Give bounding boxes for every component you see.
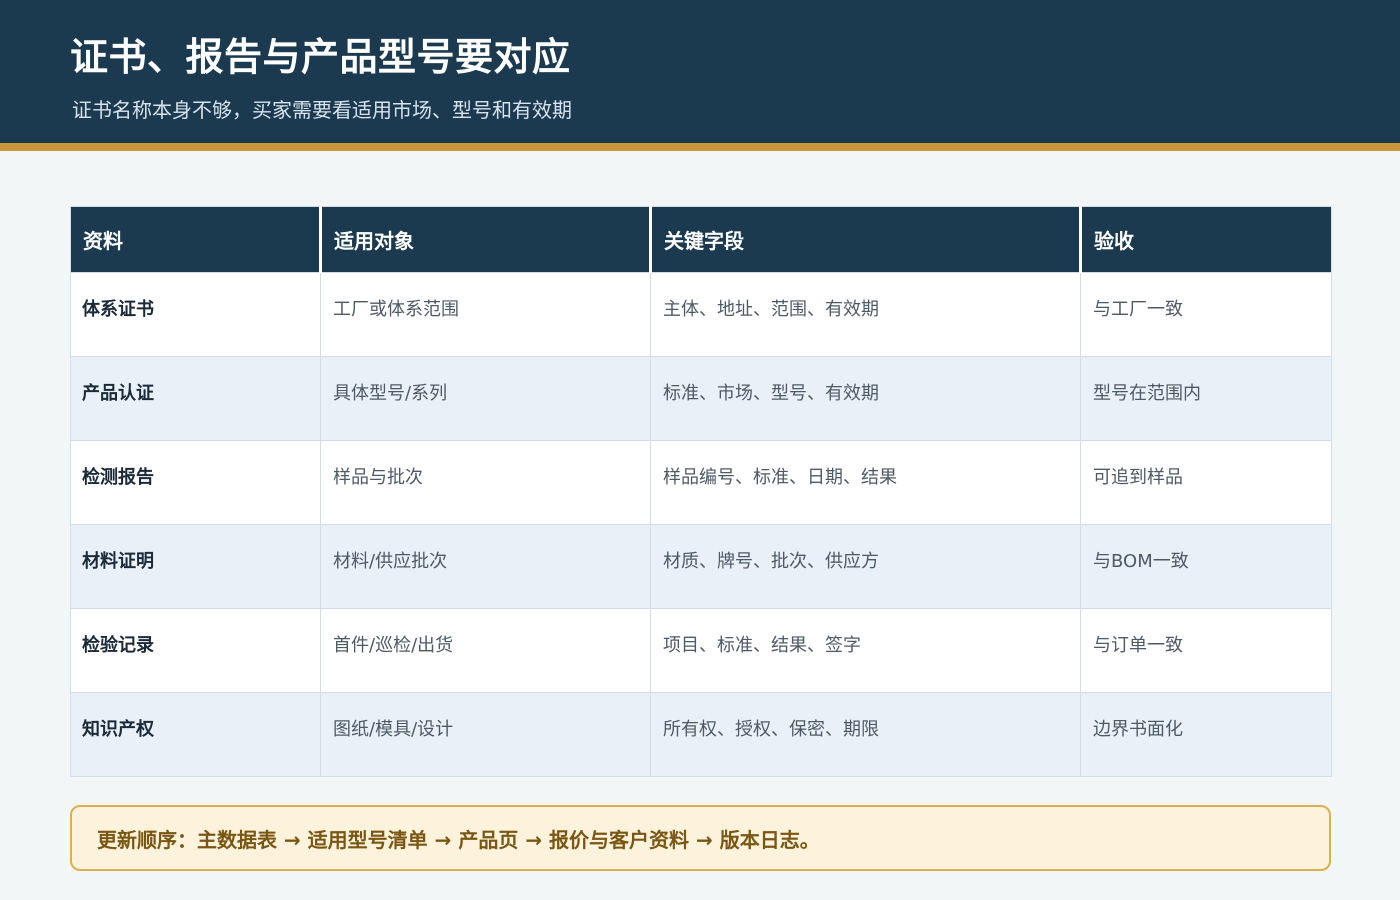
document-table-container: 资料 适用对象 关键字段 验收 体系证书 工厂或体系范围 主体、地址、范围、有效… xyxy=(70,206,1332,777)
table-row: 知识产权 图纸/模具/设计 所有权、授权、保密、期限 边界书面化 xyxy=(70,692,1332,777)
cell-document: 检验记录 xyxy=(70,608,321,693)
update-order-note: 更新顺序：主数据表 → 适用型号清单 → 产品页 → 报价与客户资料 → 版本日… xyxy=(70,805,1331,871)
page-title: 证书、报告与产品型号要对应 xyxy=(70,35,571,79)
cell-acceptance: 型号在范围内 xyxy=(1080,356,1332,441)
cell-acceptance: 与订单一致 xyxy=(1080,608,1332,693)
header-accent-bar xyxy=(0,143,1400,151)
cell-acceptance: 可追到样品 xyxy=(1080,440,1332,525)
table-row: 检验记录 首件/巡检/出货 项目、标准、结果、签字 与订单一致 xyxy=(70,608,1332,693)
cell-applies-to: 材料/供应批次 xyxy=(320,524,651,609)
update-order-text: 更新顺序：主数据表 → 适用型号清单 → 产品页 → 报价与客户资料 → 版本日… xyxy=(97,827,820,852)
table-header-row: 资料 适用对象 关键字段 验收 xyxy=(70,206,1332,273)
cell-acceptance: 边界书面化 xyxy=(1080,692,1332,777)
cell-acceptance: 与工厂一致 xyxy=(1080,272,1332,357)
cell-applies-to: 具体型号/系列 xyxy=(320,356,651,441)
cell-document: 知识产权 xyxy=(70,692,321,777)
cell-key-fields: 项目、标准、结果、签字 xyxy=(650,608,1081,693)
cell-key-fields: 样品编号、标准、日期、结果 xyxy=(650,440,1081,525)
cell-applies-to: 工厂或体系范围 xyxy=(320,272,651,357)
column-header-document: 资料 xyxy=(70,206,321,273)
cell-document: 材料证明 xyxy=(70,524,321,609)
table-row: 材料证明 材料/供应批次 材质、牌号、批次、供应方 与BOM一致 xyxy=(70,524,1332,609)
cell-document: 检测报告 xyxy=(70,440,321,525)
column-header-acceptance: 验收 xyxy=(1079,206,1332,273)
column-header-applies-to: 适用对象 xyxy=(319,206,651,273)
cell-key-fields: 材质、牌号、批次、供应方 xyxy=(650,524,1081,609)
page-subtitle: 证书名称本身不够，买家需要看适用市场、型号和有效期 xyxy=(72,98,572,122)
cell-key-fields: 主体、地址、范围、有效期 xyxy=(650,272,1081,357)
cell-document: 产品认证 xyxy=(70,356,321,441)
cell-document: 体系证书 xyxy=(70,272,321,357)
cell-applies-to: 样品与批次 xyxy=(320,440,651,525)
table-row: 检测报告 样品与批次 样品编号、标准、日期、结果 可追到样品 xyxy=(70,440,1332,525)
cell-applies-to: 图纸/模具/设计 xyxy=(320,692,651,777)
cell-applies-to: 首件/巡检/出货 xyxy=(320,608,651,693)
table-row: 体系证书 工厂或体系范围 主体、地址、范围、有效期 与工厂一致 xyxy=(70,272,1332,357)
header-banner: 证书、报告与产品型号要对应 证书名称本身不够，买家需要看适用市场、型号和有效期 xyxy=(0,0,1400,143)
table-row: 产品认证 具体型号/系列 标准、市场、型号、有效期 型号在范围内 xyxy=(70,356,1332,441)
cell-key-fields: 标准、市场、型号、有效期 xyxy=(650,356,1081,441)
cell-key-fields: 所有权、授权、保密、期限 xyxy=(650,692,1081,777)
document-table: 资料 适用对象 关键字段 验收 体系证书 工厂或体系范围 主体、地址、范围、有效… xyxy=(70,206,1332,777)
column-header-key-fields: 关键字段 xyxy=(649,206,1081,273)
cell-acceptance: 与BOM一致 xyxy=(1080,524,1332,609)
